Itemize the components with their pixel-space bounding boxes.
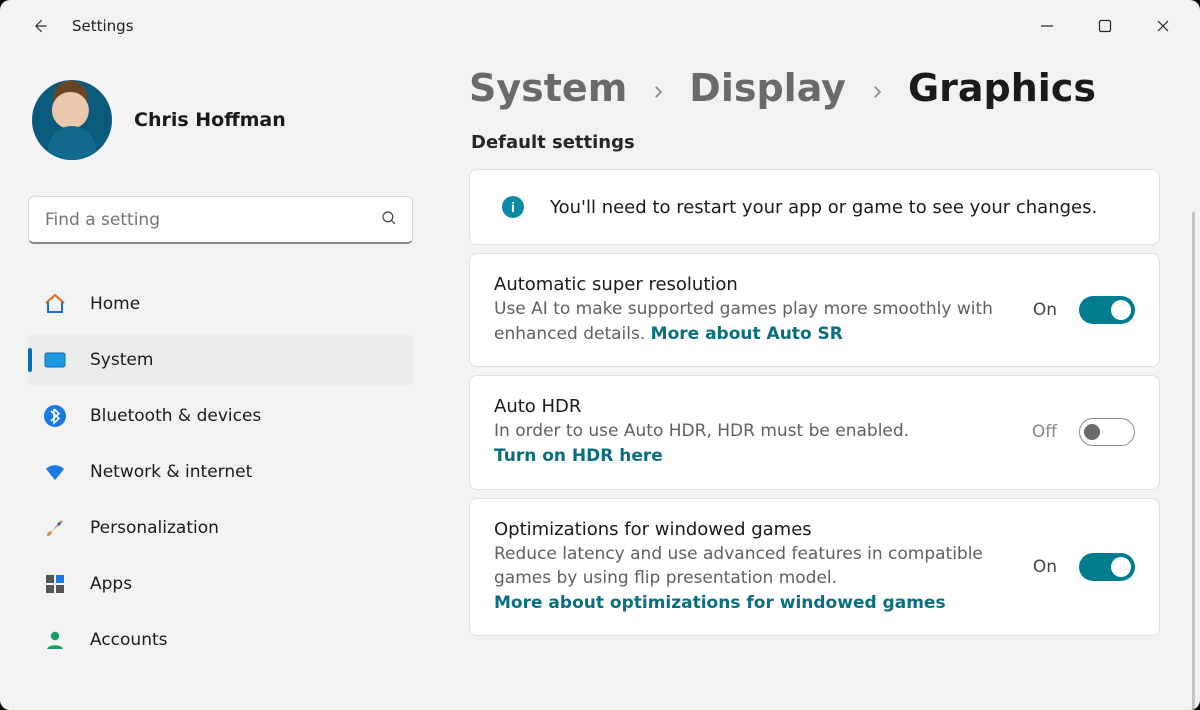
- sidebar-item-label: System: [90, 350, 153, 370]
- setting-main: Auto HDR In order to use Auto HDR, HDR m…: [494, 396, 1010, 468]
- link-hdr[interactable]: Turn on HDR here: [494, 446, 663, 466]
- settings-window: Settings Chris Hoffman: [0, 0, 1200, 710]
- toggle-auto-sr[interactable]: [1079, 296, 1135, 324]
- setting-title: Automatic super resolution: [494, 274, 1011, 295]
- search-icon: [380, 209, 398, 231]
- sidebar-item-system[interactable]: System: [28, 334, 413, 386]
- link-windowed[interactable]: More about optimizations for windowed ga…: [494, 593, 946, 613]
- person-icon: [42, 627, 68, 653]
- section-heading: Default settings: [471, 132, 1160, 153]
- system-icon: [42, 347, 68, 373]
- chevron-right-icon: [868, 66, 886, 110]
- sidebar-item-home[interactable]: Home: [28, 278, 413, 330]
- sidebar-item-label: Home: [90, 294, 140, 314]
- breadcrumb: System Display Graphics: [469, 66, 1160, 110]
- scrollbar[interactable]: [1192, 212, 1195, 710]
- sidebar-item-label: Network & internet: [90, 462, 252, 482]
- sidebar-item-network[interactable]: Network & internet: [28, 446, 413, 498]
- sidebar-item-bluetooth[interactable]: Bluetooth & devices: [28, 390, 413, 442]
- chevron-right-icon: [649, 66, 667, 110]
- search-input[interactable]: [43, 209, 370, 231]
- link-auto-sr[interactable]: More about Auto SR: [651, 324, 843, 344]
- setting-auto-sr[interactable]: Automatic super resolution Use AI to mak…: [469, 253, 1160, 367]
- setting-title: Optimizations for windowed games: [494, 519, 1011, 540]
- titlebar: Settings: [0, 0, 1200, 52]
- toggle-state: Off: [1032, 422, 1057, 442]
- window-controls: [1018, 2, 1192, 50]
- sidebar-item-label: Bluetooth & devices: [90, 406, 261, 426]
- sidebar-item-label: Accounts: [90, 630, 168, 650]
- search-box[interactable]: [28, 196, 413, 244]
- setting-main: Automatic super resolution Use AI to mak…: [494, 274, 1011, 346]
- content: System Display Graphics Default settings…: [445, 52, 1200, 710]
- setting-main: Optimizations for windowed games Reduce …: [494, 519, 1011, 616]
- setting-auto-hdr[interactable]: Auto HDR In order to use Auto HDR, HDR m…: [469, 375, 1160, 489]
- info-icon: [502, 196, 524, 218]
- apps-icon: [42, 571, 68, 597]
- sidebar-item-personalization[interactable]: Personalization: [28, 502, 413, 554]
- setting-title: Auto HDR: [494, 396, 1010, 417]
- back-button[interactable]: [22, 8, 58, 44]
- wifi-icon: [42, 459, 68, 485]
- sidebar-item-label: Apps: [90, 574, 132, 594]
- profile[interactable]: Chris Hoffman: [32, 80, 413, 160]
- breadcrumb-system[interactable]: System: [469, 66, 627, 110]
- maximize-button[interactable]: [1076, 2, 1134, 50]
- setting-desc: In order to use Auto HDR, HDR must be en…: [494, 419, 1010, 468]
- sidebar-item-accounts[interactable]: Accounts: [28, 614, 413, 666]
- breadcrumb-display[interactable]: Display: [689, 66, 846, 110]
- breadcrumb-graphics: Graphics: [908, 66, 1096, 110]
- close-button[interactable]: [1134, 2, 1192, 50]
- paintbrush-icon: [42, 515, 68, 541]
- toggle-state: On: [1033, 300, 1057, 320]
- setting-desc: Reduce latency and use advanced features…: [494, 542, 1011, 616]
- nav: Home System Bluetooth & devices: [28, 278, 413, 666]
- setting-windowed-opt[interactable]: Optimizations for windowed games Reduce …: [469, 498, 1160, 637]
- sidebar-item-apps[interactable]: Apps: [28, 558, 413, 610]
- app-title: Settings: [72, 17, 134, 35]
- toggle-windowed-opt[interactable]: [1079, 553, 1135, 581]
- toggle-auto-hdr[interactable]: [1079, 418, 1135, 446]
- bluetooth-icon: [42, 403, 68, 429]
- info-banner: You'll need to restart your app or game …: [469, 169, 1160, 245]
- sidebar-item-label: Personalization: [90, 518, 219, 538]
- toggle-state: On: [1033, 557, 1057, 577]
- sidebar: Chris Hoffman Home: [0, 52, 445, 710]
- user-name: Chris Hoffman: [134, 109, 286, 131]
- avatar: [32, 80, 112, 160]
- home-icon: [42, 291, 68, 317]
- minimize-button[interactable]: [1018, 2, 1076, 50]
- info-text: You'll need to restart your app or game …: [550, 197, 1097, 218]
- setting-desc: Use AI to make supported games play more…: [494, 297, 1011, 346]
